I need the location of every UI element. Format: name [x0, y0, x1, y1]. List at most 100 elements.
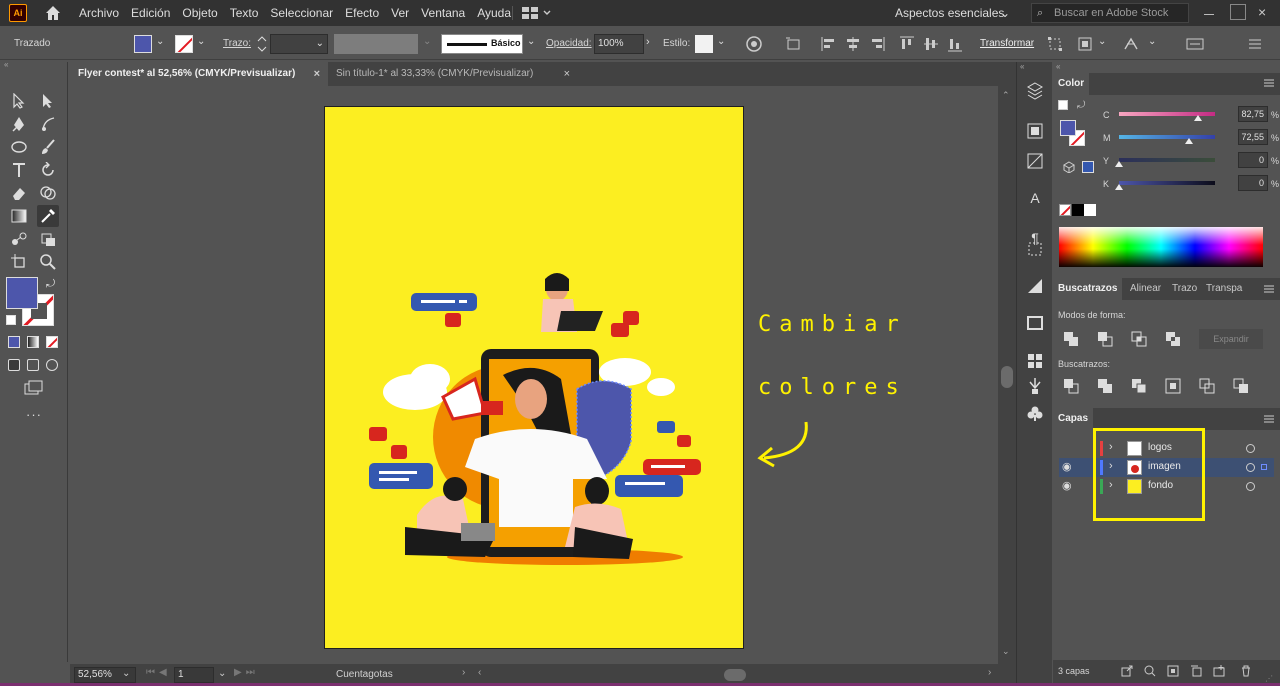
opacity-label[interactable]: Opacidad: [546, 38, 592, 49]
direct-selection-tool-icon[interactable] [37, 90, 59, 112]
control-panel-options-icon[interactable] [1186, 35, 1204, 53]
channel-value-y[interactable]: 0 [1238, 152, 1268, 168]
swap-colors-icon[interactable]: ⤾ [46, 278, 58, 290]
collapse-panel-icon[interactable]: « [1020, 62, 1024, 71]
align-to-icon[interactable] [785, 35, 803, 53]
chevron-down-icon[interactable]: ⌄ [717, 36, 725, 47]
isolate-group-icon[interactable] [1076, 35, 1094, 53]
transform-link[interactable]: Transformar [980, 38, 1034, 49]
color-panel-fill-swatch[interactable] [1060, 120, 1076, 136]
menu-ayuda[interactable]: Ayuda [471, 0, 517, 26]
libraries-icon[interactable] [1026, 82, 1044, 100]
properties-icon[interactable] [1026, 122, 1044, 140]
blend-tool-icon[interactable] [8, 228, 30, 250]
brushes-icon[interactable] [1026, 377, 1044, 395]
ellipse-tool-icon[interactable] [8, 136, 30, 158]
artboard-number-field[interactable]: 1 [174, 667, 214, 683]
trash-icon[interactable] [1240, 665, 1252, 677]
crop-icon[interactable] [1165, 378, 1181, 394]
brush-definition[interactable]: Básico [441, 34, 523, 54]
channel-value-m[interactable]: 72,55 [1238, 129, 1268, 145]
none-mode-icon[interactable] [46, 336, 58, 348]
web-safe-swatch[interactable] [1082, 161, 1094, 173]
eye-icon[interactable]: ◉ [1062, 479, 1072, 492]
color-spectrum[interactable] [1059, 227, 1263, 267]
chevron-right-icon[interactable]: › [988, 667, 991, 678]
chevron-right-icon[interactable]: › [646, 36, 650, 48]
new-layer-icon[interactable] [1213, 665, 1225, 677]
stroke-stepper[interactable] [256, 34, 268, 54]
slider-y[interactable] [1119, 158, 1215, 162]
white-swatch[interactable] [1084, 204, 1096, 216]
close-window-icon[interactable]: × [1257, 4, 1273, 20]
swap-colors-icon[interactable]: ⤾ [1077, 100, 1085, 111]
paintbrush-tool-icon[interactable] [37, 136, 59, 158]
tab-alinear[interactable]: Alinear [1125, 278, 1166, 300]
tab-transparencia[interactable]: Transpa [1201, 278, 1247, 300]
fill-color-box[interactable] [6, 277, 38, 309]
align-top-icon[interactable] [898, 35, 916, 53]
stock-search-input[interactable]: ⌕ Buscar en Adobe Stock [1031, 3, 1189, 23]
transform-icon[interactable] [1046, 35, 1064, 53]
first-prev-artboard-icon[interactable]: ⏮◀ [146, 667, 171, 678]
collapse-panel-icon[interactable]: « [1056, 62, 1060, 71]
tab-flyer-contest[interactable]: Flyer contest* al 52,56% (CMYK/Previsual… [70, 62, 328, 86]
align-bottom-icon[interactable] [946, 35, 964, 53]
chevron-down-icon[interactable]: ⌄ [218, 668, 226, 679]
vertical-scrollbar[interactable]: ⌃ ⌄ [998, 86, 1016, 664]
type-tool-icon[interactable] [8, 159, 30, 181]
divide-icon[interactable] [1063, 378, 1079, 394]
curvature-tool-icon[interactable] [37, 113, 59, 135]
swatches-panel-icon[interactable] [1026, 352, 1044, 370]
tab-capas[interactable]: Capas [1053, 408, 1094, 430]
color-mode-icon[interactable] [8, 336, 20, 348]
eraser-tool-icon[interactable] [8, 182, 30, 204]
eyedropper-tool-icon[interactable] [37, 205, 59, 227]
menu-seleccionar[interactable]: Seleccionar [264, 0, 339, 26]
workspace-switcher[interactable]: Aspectos esenciales ⌄ [888, 4, 1012, 22]
align-center-icon[interactable] [844, 35, 862, 53]
stroke-panel-icon[interactable] [1026, 314, 1044, 332]
minus-front-icon[interactable] [1097, 331, 1113, 347]
graphic-style-swatch[interactable] [695, 35, 713, 53]
scroll-down-icon[interactable]: ⌄ [1002, 646, 1010, 657]
selection-tool-icon[interactable] [8, 90, 30, 112]
chevron-right-icon[interactable]: › [462, 667, 465, 678]
screen-mode-icon[interactable] [24, 380, 44, 396]
menu-efecto[interactable]: Efecto [339, 0, 385, 26]
fill-swatch[interactable] [134, 35, 152, 53]
scroll-up-icon[interactable]: ⌃ [1002, 90, 1010, 101]
clipping-mask-icon[interactable] [1167, 665, 1179, 677]
recolor-artwork-icon[interactable] [745, 35, 763, 53]
slider-y-handle[interactable] [1115, 161, 1123, 167]
outline-icon[interactable] [1199, 378, 1215, 394]
close-icon[interactable]: × [314, 62, 320, 86]
variable-width-profile[interactable] [334, 34, 418, 54]
tab-sin-titulo[interactable]: Sin título-1* al 33,33% (CMYK/Previsuali… [328, 62, 578, 86]
slider-k[interactable] [1119, 181, 1215, 185]
opacity-input[interactable]: 100% [594, 34, 644, 54]
menu-objeto[interactable]: Objeto [176, 0, 223, 26]
next-last-artboard-icon[interactable]: ▶⏭ [234, 667, 259, 678]
align-middle-icon[interactable] [922, 35, 940, 53]
arrange-documents-icon[interactable] [522, 6, 552, 20]
close-icon[interactable]: × [564, 62, 570, 86]
minimize-icon[interactable] [1201, 4, 1217, 20]
draw-inside-icon[interactable] [46, 359, 58, 371]
tab-trazo[interactable]: Trazo [1167, 278, 1202, 300]
stroke-swatch[interactable] [175, 35, 193, 53]
panel-menu-icon[interactable] [1264, 414, 1274, 424]
trim-icon[interactable] [1097, 378, 1113, 394]
vertical-scroll-thumb[interactable] [1001, 366, 1013, 388]
character-icon[interactable] [1026, 160, 1044, 178]
menu-edicion[interactable]: Edición [125, 0, 176, 26]
flyer-illustration[interactable] [325, 107, 745, 650]
layer-target-icon[interactable] [1246, 482, 1255, 491]
intersect-icon[interactable] [1131, 331, 1147, 347]
chevron-down-icon[interactable]: ⌄ [1098, 36, 1106, 47]
unite-icon[interactable] [1063, 331, 1079, 347]
puppet-warp-icon[interactable] [1122, 35, 1140, 53]
align-left-icon[interactable] [820, 35, 838, 53]
layer-target-icon[interactable] [1246, 463, 1255, 472]
resize-grip-icon[interactable]: ⋰ [1265, 674, 1273, 683]
